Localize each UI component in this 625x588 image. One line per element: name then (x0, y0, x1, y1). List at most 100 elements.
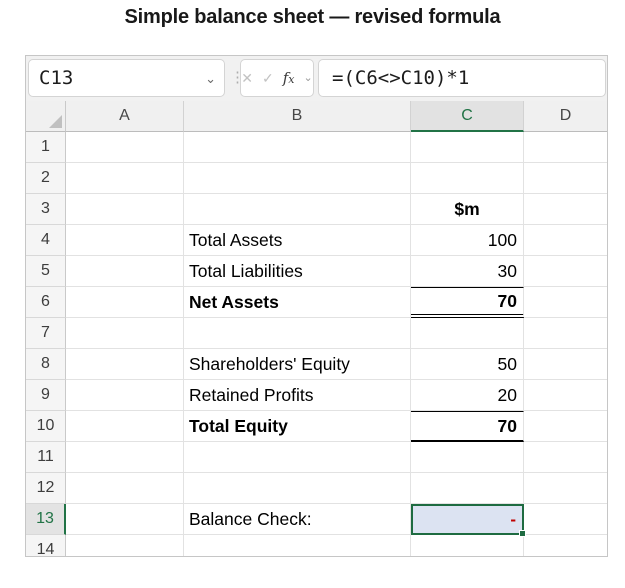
grid-row-13: 13 Balance Check: - (26, 504, 607, 537)
row-header-8[interactable]: 8 (26, 349, 66, 380)
grid-row-3: 3 $m (26, 194, 607, 225)
grid-row-14: 14 (26, 535, 607, 556)
cell-B5-total-liabilities[interactable]: Total Liabilities (184, 256, 411, 287)
cell-B10-total-equity[interactable]: Total Equity (184, 411, 411, 442)
grid-row-1: 1 (26, 132, 607, 163)
row-header-3[interactable]: 3 (26, 194, 66, 225)
cell-A10[interactable] (66, 411, 184, 442)
cell-A14[interactable] (66, 535, 184, 556)
cell-A12[interactable] (66, 473, 184, 504)
row-header-1[interactable]: 1 (26, 132, 66, 163)
cell-C6-net-assets-value[interactable]: 70 (411, 287, 524, 318)
insert-function-icon[interactable]: fx (283, 69, 295, 87)
chevron-down-icon[interactable]: ⌄ (205, 72, 216, 85)
cell-C12[interactable] (411, 473, 524, 504)
cell-D3[interactable] (524, 194, 607, 225)
row-header-6[interactable]: 6 (26, 287, 66, 318)
fill-handle[interactable] (519, 530, 526, 537)
row-header-7[interactable]: 7 (26, 318, 66, 349)
grid-row-6: 6 Net Assets 70 (26, 287, 607, 318)
cell-C5[interactable]: 30 (411, 256, 524, 287)
cell-B12[interactable] (184, 473, 411, 504)
cell-D6[interactable] (524, 287, 607, 318)
row-header-11[interactable]: 11 (26, 442, 66, 473)
grid-row-12: 12 (26, 473, 607, 504)
cell-A13[interactable] (66, 504, 184, 535)
cell-A7[interactable] (66, 318, 184, 349)
cell-A5[interactable] (66, 256, 184, 287)
cell-B11[interactable] (184, 442, 411, 473)
row-header-10[interactable]: 10 (26, 411, 66, 442)
name-box[interactable]: C13 ⌄ (28, 59, 225, 97)
cell-C7[interactable] (411, 318, 524, 349)
cell-C4[interactable]: 100 (411, 225, 524, 256)
cell-D1[interactable] (524, 132, 607, 163)
cell-B4-total-assets[interactable]: Total Assets (184, 225, 411, 256)
cell-D12[interactable] (524, 473, 607, 504)
cell-C8[interactable]: 50 (411, 349, 524, 380)
formula-bar: C13 ⌄ ⋮ ✕ ✓ fx ⌄ =(C6<>C10)*1 (26, 56, 607, 101)
cell-D10[interactable] (524, 411, 607, 442)
select-all-corner[interactable] (26, 101, 66, 132)
grid-row-11: 11 (26, 442, 607, 473)
cell-C14[interactable] (411, 535, 524, 556)
cell-A9[interactable] (66, 380, 184, 411)
cell-D4[interactable] (524, 225, 607, 256)
grid: A B C D 1 2 3 $m 4 Total Assets 100 5 To… (26, 101, 607, 556)
cell-D13[interactable] (524, 504, 607, 535)
cell-D7[interactable] (524, 318, 607, 349)
row-header-9[interactable]: 9 (26, 380, 66, 411)
cell-A8[interactable] (66, 349, 184, 380)
cell-B8-shareholders-equity[interactable]: Shareholders' Equity (184, 349, 411, 380)
formula-input[interactable]: =(C6<>C10)*1 (318, 59, 606, 97)
cell-D8[interactable] (524, 349, 607, 380)
cancel-icon[interactable]: ✕ (241, 70, 253, 87)
grid-row-8: 8 Shareholders' Equity 50 (26, 349, 607, 380)
cell-A1[interactable] (66, 132, 184, 163)
cell-C3-units[interactable]: $m (411, 194, 524, 225)
cell-A2[interactable] (66, 163, 184, 194)
cell-C9[interactable]: 20 (411, 380, 524, 411)
grid-row-2: 2 (26, 163, 607, 194)
formula-buttons: ✕ ✓ fx ⌄ (240, 59, 314, 97)
cell-B6-net-assets[interactable]: Net Assets (184, 287, 411, 318)
cell-D11[interactable] (524, 442, 607, 473)
cell-B9-retained-profits[interactable]: Retained Profits (184, 380, 411, 411)
column-header-B[interactable]: B (184, 101, 411, 132)
column-header-C[interactable]: C (411, 101, 524, 132)
fx-chevron-down-icon[interactable]: ⌄ (304, 72, 313, 84)
cell-C2[interactable] (411, 163, 524, 194)
row-header-12[interactable]: 12 (26, 473, 66, 504)
cell-A4[interactable] (66, 225, 184, 256)
row-header-4[interactable]: 4 (26, 225, 66, 256)
cell-B3[interactable] (184, 194, 411, 225)
row-header-13[interactable]: 13 (26, 504, 66, 535)
row-header-14[interactable]: 14 (26, 535, 66, 556)
name-box-value: C13 (39, 67, 74, 89)
cell-A3[interactable] (66, 194, 184, 225)
cell-C10-total-equity-value[interactable]: 70 (411, 411, 524, 442)
cell-C11[interactable] (411, 442, 524, 473)
cell-B1[interactable] (184, 132, 411, 163)
cell-B2[interactable] (184, 163, 411, 194)
column-header-D[interactable]: D (524, 101, 607, 132)
cell-D9[interactable] (524, 380, 607, 411)
cell-A6[interactable] (66, 287, 184, 318)
row-header-5[interactable]: 5 (26, 256, 66, 287)
column-header-row: A B C D (26, 101, 607, 132)
grid-row-10: 10 Total Equity 70 (26, 411, 607, 442)
cell-A11[interactable] (66, 442, 184, 473)
cell-D2[interactable] (524, 163, 607, 194)
cell-B13-balance-check[interactable]: Balance Check: (184, 504, 411, 535)
balance-check-value: - (510, 509, 516, 529)
row-header-2[interactable]: 2 (26, 163, 66, 194)
cell-C1[interactable] (411, 132, 524, 163)
formula-text: =(C6<>C10)*1 (332, 67, 470, 89)
cell-B14[interactable] (184, 535, 411, 556)
cell-C13-selected[interactable]: - (411, 504, 526, 537)
cell-B7[interactable] (184, 318, 411, 349)
enter-icon[interactable]: ✓ (262, 70, 274, 87)
cell-D14[interactable] (524, 535, 607, 556)
cell-D5[interactable] (524, 256, 607, 287)
column-header-A[interactable]: A (66, 101, 184, 132)
